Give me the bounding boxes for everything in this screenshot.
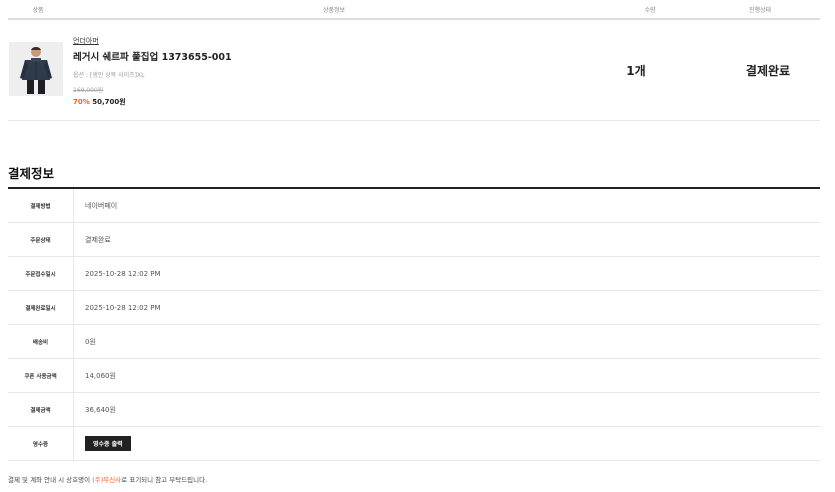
header-status: 진행상태 (748, 6, 772, 14)
payment-section-title: 결제정보 (8, 166, 55, 181)
payment-row-value: 0원 (85, 337, 96, 346)
payment-row-label: 영수증 (8, 427, 74, 460)
header-product: 상품 (32, 6, 44, 14)
brand-link[interactable]: 언더아머 (73, 36, 232, 46)
order-detail-page: 상품 상품정보 수량 진행상태 언더아머 레거시 쉐르파 풀집업 1373655… (0, 0, 835, 492)
payment-notice: 결제 및 계좌 안내 시 상호명이 (주)무신사로 표기되니 참고 부탁드립니다… (8, 474, 207, 484)
notice-text-before: 결제 및 계좌 안내 시 상호명이 (8, 476, 93, 484)
payment-row-value: 2025-10-28 12:02 PM (85, 269, 161, 278)
payment-row-receipt: 영수증 영수증 출력 (8, 427, 820, 461)
payment-row-label: 주문접수일시 (8, 257, 74, 290)
sale-price: 50,700원 (92, 98, 126, 106)
payment-row-value: 결제완료 (85, 235, 111, 244)
sale-price-line: 70% 50,700원 (73, 97, 232, 107)
header-quantity: 수량 (644, 6, 656, 14)
payment-info-table: 결제방법 네이버페이 주문상태 결제완료 주문접수일시 2025-10-28 1… (8, 187, 820, 461)
payment-row-label: 결제완료일시 (8, 291, 74, 324)
notice-company-name: (주)무신사 (92, 476, 122, 484)
payment-row-label: 주문상태 (8, 223, 74, 256)
payment-row-label: 결제방법 (8, 189, 74, 222)
payment-row-order-time: 주문접수일시 2025-10-28 12:02 PM (8, 257, 820, 291)
discount-percent: 70% (73, 98, 90, 106)
product-option: 옵션 : [생인 상복 사이즈]XL (73, 72, 145, 79)
payment-row-value: 네이버페이 (85, 201, 118, 210)
original-price: 169,000원 (73, 87, 104, 94)
payment-row-paid-time: 결제완료일시 2025-10-28 12:02 PM (8, 291, 820, 325)
payment-row-coupon: 쿠폰 사용금액 14,060원 (8, 359, 820, 393)
order-quantity: 1개 (626, 64, 646, 78)
order-item-row: 언더아머 레거시 쉐르파 풀집업 1373655-001 옵션 : [생인 상복… (8, 20, 820, 121)
print-receipt-button[interactable]: 영수증 출력 (85, 436, 131, 451)
header-product-info: 상품정보 (322, 6, 346, 14)
payment-row-amount: 결제금액 36,640원 (8, 393, 820, 427)
payment-row-label: 쿠폰 사용금액 (8, 359, 74, 392)
order-table-header: 상품 상품정보 수량 진행상태 (8, 0, 820, 20)
payment-row-method: 결제방법 네이버페이 (8, 189, 820, 223)
payment-row-value: 36,640원 (85, 405, 116, 414)
product-info: 언더아머 레거시 쉐르파 풀집업 1373655-001 옵션 : [생인 상복… (73, 36, 232, 107)
payment-row-shipping: 배송비 0원 (8, 325, 820, 359)
payment-row-label: 결제금액 (8, 393, 74, 426)
product-thumbnail[interactable] (9, 42, 63, 96)
payment-row-order-status: 주문상태 결제완료 (8, 223, 820, 257)
payment-row-label: 배송비 (8, 325, 74, 358)
notice-text-after: 로 표기되니 참고 부탁드립니다. (121, 476, 208, 484)
payment-row-value: 14,060원 (85, 371, 116, 380)
order-status: 결제완료 (745, 64, 791, 78)
payment-row-value: 2025-10-28 12:02 PM (85, 303, 161, 312)
product-name[interactable]: 레거시 쉐르파 풀집업 1373655-001 (73, 49, 232, 63)
